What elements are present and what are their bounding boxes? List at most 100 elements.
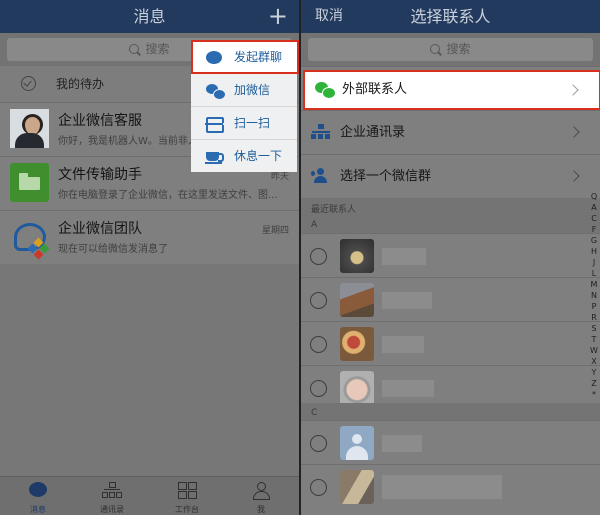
index-letter[interactable]: F	[589, 224, 599, 235]
wechat-icon	[315, 82, 336, 99]
search-input[interactable]: 搜索	[308, 38, 593, 61]
menu-item-label: 加微信	[234, 83, 271, 97]
menu-item-label: 休息一下	[234, 149, 283, 163]
select-contact-panel: 选择联系人 取消 搜索 外部联系人 企业通讯录 选择一个微信群 最近联系人 A …	[301, 0, 600, 515]
index-letter[interactable]: G	[589, 235, 599, 246]
message-icon	[29, 482, 47, 498]
contact-row[interactable]	[301, 420, 600, 465]
wecom-logo-icon	[10, 217, 50, 260]
grid-icon	[178, 482, 197, 499]
menu-item-label: 扫一扫	[234, 116, 271, 130]
folder-icon	[10, 163, 49, 202]
messages-panel: 消息 + 搜索 我的待办 企业微信客服 你好，我是机器人W。当前非人 文件传输助…	[0, 0, 299, 515]
index-letter[interactable]: *	[589, 389, 599, 400]
empty-area	[0, 264, 299, 477]
contact-name	[382, 380, 434, 397]
search-icon	[430, 44, 441, 54]
index-letter[interactable]: S	[589, 323, 599, 334]
avatar	[340, 327, 374, 361]
search-bar: 搜索	[301, 33, 600, 66]
org-chart-icon	[311, 124, 331, 140]
search-icon	[129, 44, 140, 54]
search-placeholder: 搜索	[446, 42, 471, 56]
avatar	[340, 283, 374, 317]
option-label: 外部联系人	[342, 82, 408, 97]
select-circle[interactable]	[310, 248, 327, 265]
tab-label: 我	[257, 505, 265, 514]
contact-row[interactable]	[301, 277, 600, 322]
contact-name	[382, 336, 424, 353]
select-circle[interactable]	[310, 435, 327, 452]
search-placeholder: 搜索	[145, 42, 170, 56]
contact-row[interactable]	[301, 233, 600, 278]
tab-contacts[interactable]: 通讯录	[82, 477, 142, 515]
page-title: 消息	[133, 7, 166, 26]
todo-label: 我的待办	[56, 77, 105, 91]
conversation-preview: 现在可以给微信发消息了	[58, 244, 168, 255]
conversation-time: 星期四	[261, 226, 289, 236]
index-letter[interactable]: A	[589, 202, 599, 213]
avatar	[340, 239, 374, 273]
select-circle[interactable]	[310, 336, 327, 353]
check-circle-icon	[21, 76, 36, 91]
contact-row[interactable]	[301, 321, 600, 366]
index-letter[interactable]: P	[589, 301, 599, 312]
index-search-icon[interactable]: Q	[589, 191, 599, 202]
menu-item-add-wechat[interactable]: 加微信	[191, 73, 297, 107]
conversation-name: 企业微信团队	[58, 221, 142, 237]
menu-item-take-break[interactable]: 休息一下	[191, 139, 297, 173]
tab-me[interactable]: 我	[231, 477, 291, 515]
menu-item-label: 发起群聊	[234, 50, 283, 64]
option-label: 企业通讯录	[340, 125, 406, 140]
chevron-right-icon	[568, 170, 580, 182]
index-letter[interactable]: X	[589, 356, 599, 367]
index-letter[interactable]: Z	[589, 378, 599, 389]
plus-icon[interactable]: +	[268, 2, 288, 30]
option-external-contacts[interactable]: 外部联系人	[303, 70, 600, 110]
scan-icon	[204, 117, 224, 133]
index-letter[interactable]: T	[589, 334, 599, 345]
tab-workbench[interactable]: 工作台	[157, 477, 217, 515]
conversation-preview: 你在电脑登录了企业微信，在这里发送文件、图...	[58, 190, 278, 201]
index-letter[interactable]: W	[589, 345, 599, 356]
index-letter[interactable]: L	[589, 268, 599, 279]
select-circle[interactable]	[310, 292, 327, 309]
contact-name	[382, 435, 422, 452]
index-letter[interactable]: C	[589, 213, 599, 224]
alphabet-index[interactable]: Q A C F G H J L M N P R S T W X Y Z *	[589, 191, 599, 400]
select-circle[interactable]	[310, 380, 327, 397]
person-icon	[252, 482, 270, 500]
index-letter[interactable]: N	[589, 290, 599, 301]
conversation-item[interactable]: 企业微信团队 现在可以给微信发消息了 星期四	[0, 210, 299, 264]
coffee-cup-icon	[205, 150, 224, 164]
default-avatar-icon	[340, 426, 374, 460]
select-circle[interactable]	[310, 479, 327, 496]
option-company-directory[interactable]: 企业通讯录	[301, 110, 600, 154]
option-select-wechat-group[interactable]: 选择一个微信群	[301, 154, 600, 198]
index-letter[interactable]: M	[589, 279, 599, 290]
tab-label: 消息	[30, 505, 46, 514]
select-contact-header: 选择联系人 取消	[301, 0, 600, 33]
contact-name	[382, 475, 502, 499]
avatar	[340, 371, 374, 405]
index-letter[interactable]: R	[589, 312, 599, 323]
menu-item-scan[interactable]: 扫一扫	[191, 106, 297, 140]
cancel-button[interactable]: 取消	[315, 0, 343, 33]
chevron-right-icon	[568, 126, 580, 138]
index-letter[interactable]: H	[589, 246, 599, 257]
recent-contacts-header: 最近联系人	[301, 198, 600, 216]
bottom-tab-bar: 消息 通讯录 工作台 我	[0, 476, 299, 515]
contact-name	[382, 248, 426, 265]
avatar	[10, 109, 49, 148]
index-letter[interactable]: J	[589, 257, 599, 268]
chat-bubble-icon	[206, 51, 222, 64]
index-letter[interactable]: Y	[589, 367, 599, 378]
option-label: 选择一个微信群	[340, 169, 432, 184]
conversation-name: 企业微信客服	[58, 113, 142, 129]
org-chart-icon	[102, 482, 122, 498]
conversation-preview: 你好，我是机器人W。当前非人	[58, 136, 198, 147]
tab-messages[interactable]: 消息	[8, 477, 68, 515]
chevron-right-icon	[567, 84, 579, 96]
menu-item-start-group-chat[interactable]: 发起群聊	[191, 40, 299, 74]
contact-row[interactable]	[301, 464, 600, 515]
